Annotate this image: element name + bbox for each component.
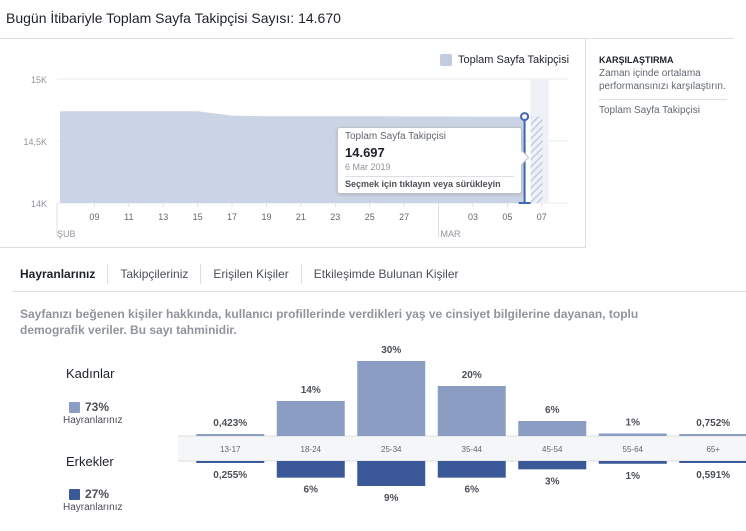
men-bar-label: 1% [626,471,641,482]
chart-legend[interactable]: Toplam Sayfa Takipçisi [440,54,569,66]
women-label: Kadınlar [66,366,115,381]
x-tick-label: 03 [468,212,478,222]
x-tick-label: 05 [502,212,512,222]
women-bar-label: 0,752% [696,418,730,429]
age-category-label: 55-64 [623,445,644,454]
x-tick-label: 19 [261,212,271,222]
women-bar-label: 14% [301,385,321,396]
x-tick-label: 15 [193,212,203,222]
men-bar-label: 6% [304,485,319,496]
age-category-label: 45-54 [542,445,563,454]
x-tick-label: 25 [365,212,375,222]
x-tick-label: 17 [227,212,237,222]
men-bar-label: 0,255% [213,470,247,481]
x-tick-label: 07 [537,212,547,222]
x-tick-label: 09 [89,212,99,222]
women-bar [437,386,506,436]
chart-tooltip: Toplam Sayfa Takipçisi 14.697 6 Mar 2019… [337,127,522,194]
men-bar [518,461,587,470]
projection-area [530,116,543,203]
men-swatch [69,488,80,500]
women-percent: 73% [69,400,109,414]
compare-divider [599,99,727,100]
month-label: MAR [441,229,462,239]
women-bar-label: 0,423% [213,418,247,429]
women-bar [679,434,746,436]
women-sublabel: Hayranlarınız [63,415,123,426]
legend-swatch [440,54,452,66]
men-bar [679,461,746,463]
men-bar [598,461,667,464]
tab-etkilesimde-bulunan[interactable]: Etkileşimde Bulunan Kişiler [300,264,471,284]
age-category-label: 35-44 [462,445,483,454]
compare-title: KARŞILAŞTIRMA [599,55,674,65]
x-tick-label: 11 [124,212,133,222]
compare-series-link[interactable]: Toplam Sayfa Takipçisi [599,105,727,116]
women-bar-label: 1% [626,418,641,429]
men-percent: 27% [69,487,109,501]
women-bar [518,421,587,436]
audience-tabs: Hayranlarınız Takipçileriniz Erişilen Ki… [12,264,746,292]
x-tick-label: 27 [399,212,409,222]
y-tick-label: 14,5K [23,137,47,147]
men-bar-label: 3% [545,476,560,487]
age-category-label: 18-24 [301,445,322,454]
men-bar [276,461,345,478]
men-bar-label: 9% [384,493,399,504]
age-category-label: 25-34 [381,445,402,454]
age-gender-chart: 0,423% 0,255% 13-17 14% 6% 18-24 30% 9% 25-34 20%… [178,345,746,504]
men-bar [437,461,506,478]
women-bar [276,401,345,436]
tooltip-divider [345,176,514,177]
tooltip-hint: Seçmek için tıklayın veya sürükleyin [345,179,501,189]
men-bar [196,461,265,463]
women-bar [196,434,265,436]
women-swatch [69,401,80,413]
tab-takipcileriniz[interactable]: Takipçileriniz [107,264,200,284]
selection-point [520,112,530,122]
women-bar-label: 20% [462,370,482,381]
x-tick-label: 23 [330,212,340,222]
tab-erisilen-kisiler[interactable]: Erişilen Kişiler [200,264,300,284]
men-bar-label: 0,591% [696,470,730,481]
compare-panel: KARŞILAŞTIRMA Zaman içinde ortalama perf… [599,55,727,116]
women-bar-label: 30% [381,345,401,356]
men-sublabel: Hayranlarınız [63,502,123,513]
tab-hayranlariniz[interactable]: Hayranlarınız [12,264,107,284]
age-category-label: 65+ [706,445,720,454]
month-label: ŞUB [57,229,76,239]
y-tick-label: 15K [31,75,47,85]
tooltip-series: Toplam Sayfa Takipçisi [345,131,446,142]
men-bar [357,461,426,486]
men-label: Erkekler [66,454,114,469]
tooltip-value: 14.697 [345,145,385,160]
x-tick-label: 21 [296,212,306,222]
women-bar [357,361,426,436]
women-percent-value: 73% [85,400,110,414]
men-percent-value: 27% [85,487,110,501]
page-title: Bugün İtibariyle Toplam Sayfa Takipçisi … [6,10,341,26]
demographics-description: Sayfanızı beğenen kişiler hakkında, kull… [20,307,639,337]
men-bar-label: 6% [465,485,480,496]
age-category-label: 13-17 [220,445,241,454]
women-bar [598,433,667,436]
compare-description: Zaman içinde ortalama performansınızı ka… [599,68,726,92]
women-bar-label: 6% [545,405,560,416]
tooltip-date: 6 Mar 2019 [345,162,391,172]
y-tick-label: 14K [31,199,47,209]
legend-label: Toplam Sayfa Takipçisi [458,54,570,66]
x-tick-label: 13 [158,212,168,222]
